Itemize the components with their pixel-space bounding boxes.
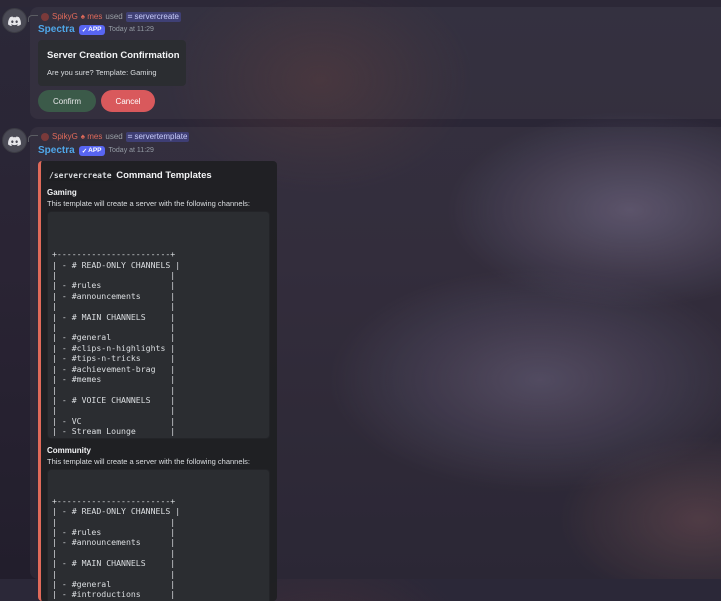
reply-reference[interactable]: SpikyG ♠ mes used ⌗ servertemplate — [28, 131, 190, 142]
reply-reference[interactable]: SpikyG ♠ mes used ⌗ servercreate — [28, 11, 181, 22]
app-badge-label: APP — [88, 147, 102, 154]
message-servercreate: SpikyG ♠ mes used ⌗ servercreate Spectra… — [0, 7, 721, 119]
timestamp: Today at 11:29 — [108, 147, 154, 154]
field-description-gaming: This template will create a server with … — [47, 199, 251, 208]
author-name[interactable]: Spectra — [38, 145, 75, 156]
author-name[interactable]: Spectra — [38, 24, 75, 35]
embed-description: Are you sure? Template: Gaming — [47, 68, 157, 77]
app-badge-label: APP — [88, 26, 102, 33]
confirmation-embed: Server Creation Confirmation Are you sur… — [38, 40, 186, 86]
field-name-community: Community — [47, 446, 91, 455]
author-line: Spectra ✓ APP Today at 11:29 — [38, 145, 154, 156]
reply-used-text: used — [105, 132, 123, 141]
embed-title-command: /servercreate — [47, 170, 114, 181]
embed-title: /servercreate Command Templates — [47, 170, 212, 181]
verified-check-icon: ✓ — [81, 26, 88, 34]
code-block-text: +-----------------------+ | - # READ-ONL… — [52, 249, 181, 438]
bot-avatar[interactable] — [2, 8, 27, 33]
code-block-text: +-----------------------+ | - # READ-ONL… — [52, 495, 181, 600]
verified-check-icon: ✓ — [81, 147, 88, 155]
confirm-button[interactable]: Confirm — [38, 90, 96, 112]
cancel-button[interactable]: Cancel — [101, 90, 155, 112]
reply-mention: ♠ mes — [80, 12, 103, 21]
templates-embed: /servercreate Command Templates Gaming T… — [38, 161, 277, 601]
timestamp: Today at 11:29 — [108, 26, 154, 33]
app-badge: ✓ APP — [78, 24, 105, 35]
embed-title-text: Command Templates — [116, 170, 212, 181]
code-block-community: +-----------------------+ | - # READ-ONL… — [47, 469, 270, 601]
bot-avatar[interactable] — [2, 128, 27, 153]
field-name-gaming: Gaming — [47, 188, 77, 197]
reply-connector — [28, 15, 38, 22]
app-badge: ✓ APP — [78, 145, 105, 156]
command-mention[interactable]: ⌗ servertemplate — [125, 131, 190, 142]
reply-connector — [28, 135, 38, 142]
reply-mention: ♠ mes — [80, 132, 103, 141]
embed-title: Server Creation Confirmation — [47, 50, 180, 61]
message-servertemplate: SpikyG ♠ mes used ⌗ servertemplate Spect… — [0, 127, 721, 601]
discord-logo-icon — [8, 136, 21, 146]
field-description-community: This template will create a server with … — [47, 457, 251, 466]
command-mention[interactable]: ⌗ servercreate — [125, 11, 181, 22]
author-line: Spectra ✓ APP Today at 11:29 — [38, 24, 154, 35]
reply-username[interactable]: SpikyG — [52, 132, 78, 141]
reply-avatar — [41, 132, 49, 141]
code-block-gaming: +-----------------------+ | - # READ-ONL… — [47, 211, 270, 439]
reply-avatar — [41, 12, 49, 21]
top-strip — [0, 0, 721, 7]
discord-logo-icon — [8, 16, 21, 26]
reply-username[interactable]: SpikyG — [52, 12, 78, 21]
reply-used-text: used — [105, 12, 123, 21]
